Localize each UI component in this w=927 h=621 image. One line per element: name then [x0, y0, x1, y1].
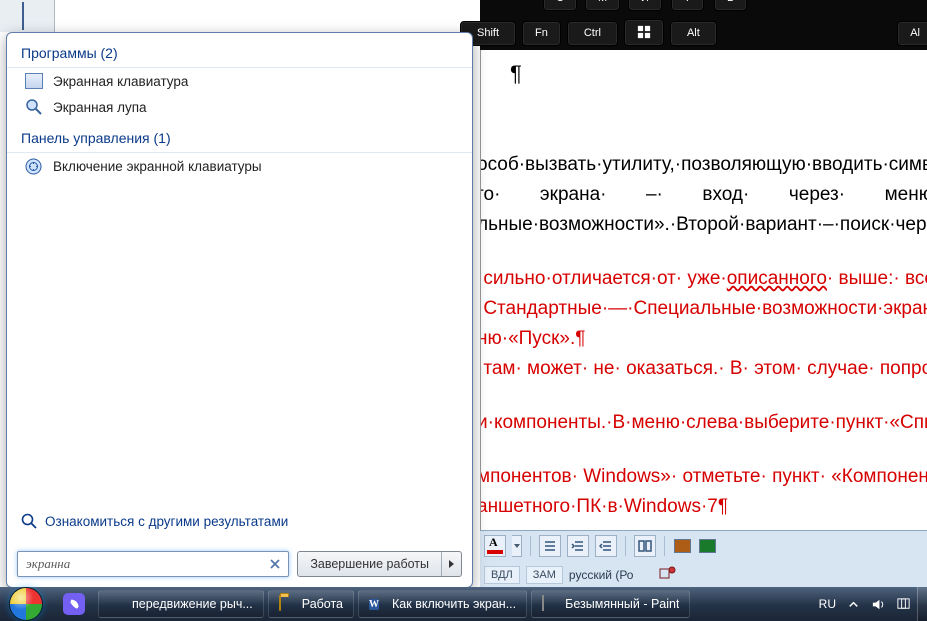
- key-letter: Ь: [714, 0, 747, 11]
- doc-line: ню·«Пуск».¶: [480, 324, 927, 354]
- doc-line: ·там· может· не· оказаться.· В· этом· сл…: [480, 354, 927, 384]
- start-bottom-row: Завершение работы: [7, 541, 472, 587]
- columns-button[interactable]: [634, 535, 656, 557]
- viber-icon: [63, 593, 85, 615]
- outdent-button[interactable]: [595, 535, 617, 557]
- key-alt: Alt: [670, 21, 717, 46]
- key-win: [624, 19, 664, 46]
- section-programs: Программы (2): [7, 33, 472, 68]
- key-letter: М: [585, 0, 620, 11]
- magnifier-icon: [25, 99, 43, 115]
- key-fn: Fn: [522, 21, 561, 46]
- doc-line: ·Стандартные·—·Специальные·возможности·э…: [480, 294, 927, 324]
- ruler-fragment: [0, 0, 55, 32]
- status-insert[interactable]: ВДЛ: [484, 566, 520, 584]
- font-color-dropdown[interactable]: [512, 535, 522, 557]
- key-letter: И: [628, 0, 662, 11]
- doc-line: и·компоненты.·В·меню·слева·выберите·пунк…: [480, 408, 927, 438]
- search-field-wrapper: [17, 551, 289, 577]
- tray-language[interactable]: RU: [819, 597, 836, 611]
- keyboard-photo: Shift С М И Т Ь Fn Ctrl Alt Al: [480, 0, 927, 50]
- system-tray: RU: [813, 587, 917, 621]
- word-status-bar: ВДЛ ЗАМ русский (Ро: [480, 561, 927, 588]
- folder-icon: [279, 595, 281, 611]
- tray-arrow-icon[interactable]: [846, 597, 861, 612]
- result-magnifier[interactable]: Экранная лупа: [7, 94, 472, 120]
- shutdown-button[interactable]: Завершение работы: [297, 551, 462, 577]
- result-label: Экранная лупа: [53, 100, 147, 115]
- word-icon: W: [369, 599, 379, 610]
- paint-icon: [542, 595, 544, 611]
- action-center-icon[interactable]: [896, 597, 911, 612]
- list-button[interactable]: [539, 535, 561, 557]
- doc-line: льные·возможности».·Второй·вариант·–·пои…: [480, 210, 927, 240]
- indent-button[interactable]: [567, 535, 589, 557]
- key-alt-right: Al: [897, 21, 927, 46]
- volume-icon[interactable]: [871, 597, 886, 612]
- start-menu-search-panel: Программы (2) Экранная клавиатура Экранн…: [6, 32, 473, 588]
- pilcrow-mark: ¶: [510, 61, 522, 87]
- doc-line: мпонентов· Windows»· отметьте· пункт· «К…: [480, 462, 927, 492]
- doc-line: ·сильно·отличается·от· уже·описанного· в…: [480, 264, 927, 294]
- shutdown-menu-arrow[interactable]: [441, 552, 461, 576]
- start-button[interactable]: [0, 587, 52, 621]
- key-letter: Т: [671, 0, 704, 11]
- window-switch-a[interactable]: [674, 539, 691, 553]
- section-control-panel: Панель управления (1): [7, 120, 472, 153]
- result-onscreen-keyboard[interactable]: Экранная клавиатура: [7, 68, 472, 94]
- task-label: передвижение рыч...: [132, 597, 253, 611]
- search-icon: [21, 513, 37, 529]
- status-language[interactable]: русский (Ро: [569, 568, 634, 582]
- windows-icon: [637, 25, 651, 39]
- status-overwrite[interactable]: ЗАМ: [526, 566, 563, 584]
- task-paint[interactable]: Безымянный - Paint: [531, 590, 690, 618]
- taskbar: передвижение рыч... Работа W Как включит…: [0, 587, 927, 621]
- document-body: особ·вызвать·утилиту,·позволяющую·вводит…: [480, 150, 927, 578]
- task-label: Безымянный - Paint: [565, 597, 679, 611]
- ease-of-access-icon: [25, 158, 43, 174]
- result-label: Экранная клавиатура: [53, 74, 188, 89]
- key-ctrl: Ctrl: [567, 21, 618, 46]
- task-word[interactable]: W Как включить экран...: [358, 590, 527, 618]
- start-orb-icon: [10, 588, 42, 620]
- clear-search-button[interactable]: [267, 556, 283, 572]
- task-label: Работа: [302, 597, 343, 611]
- doc-line: особ·вызвать·утилиту,·позволяющую·вводит…: [480, 150, 927, 180]
- shutdown-label: Завершение работы: [298, 552, 441, 576]
- key-letter: С: [543, 0, 577, 11]
- font-color-button[interactable]: [484, 535, 506, 557]
- result-enable-osk[interactable]: Включение экранной клавиатуры: [7, 153, 472, 179]
- show-desktop-button[interactable]: [917, 587, 927, 621]
- task-label: Как включить экран...: [392, 597, 516, 611]
- word-toolbar: ВДЛ ЗАМ русский (Ро: [480, 530, 927, 588]
- search-input[interactable]: [17, 551, 289, 577]
- pinned-viber[interactable]: [52, 587, 96, 621]
- keyboard-icon: [25, 73, 43, 89]
- record-macro-icon[interactable]: [659, 566, 677, 580]
- document-page: ¶ особ·вызвать·утилиту,·позволяющую·ввод…: [480, 50, 927, 578]
- window-switch-b[interactable]: [699, 539, 716, 553]
- task-explorer[interactable]: Работа: [268, 590, 354, 618]
- doc-line: го· экрана· –· вход· через· меню: [480, 180, 927, 210]
- more-results-link[interactable]: Ознакомиться с другими результатами: [7, 503, 472, 539]
- task-chrome[interactable]: передвижение рыч...: [98, 590, 264, 618]
- result-label: Включение экранной клавиатуры: [53, 159, 262, 174]
- doc-line: аншетного·ПК·в·Windows·7¶: [480, 492, 927, 522]
